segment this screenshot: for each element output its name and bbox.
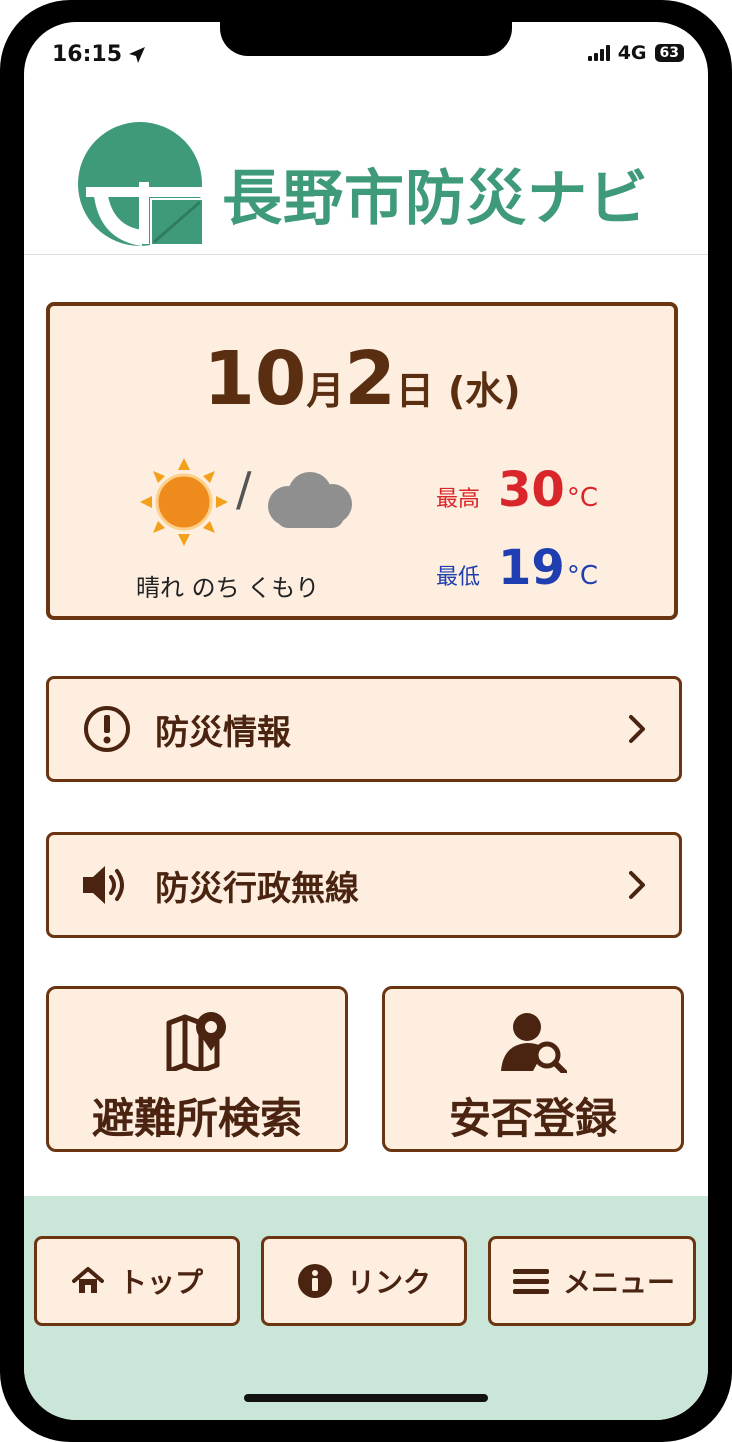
- chevron-right-icon: [629, 871, 645, 899]
- date-day: 2: [344, 336, 396, 422]
- notch: [220, 22, 512, 56]
- tab-top-label: トップ: [118, 1266, 203, 1299]
- person-search-icon: [385, 1011, 681, 1073]
- date-day-unit: 日: [395, 369, 434, 413]
- phone-frame: 16:15 4G 63 長野市防災ナビ 10月2日 (水) / 晴れ のち くも…: [0, 0, 732, 1442]
- info-icon: [297, 1264, 332, 1298]
- speaker-icon: [81, 859, 133, 911]
- chevron-right-icon: [629, 715, 645, 743]
- tab-link-button[interactable]: リンク: [261, 1236, 467, 1326]
- home-icon: [71, 1267, 104, 1293]
- alert-circle-icon: [81, 703, 133, 755]
- shelter-search-label: 避難所検索: [91, 1094, 302, 1143]
- shelter-search-button[interactable]: 避難所検索: [46, 986, 348, 1152]
- app-header: 長野市防災ナビ: [24, 110, 708, 255]
- disaster-info-button[interactable]: 防災情報: [46, 676, 682, 782]
- logo-mark-icon: [78, 122, 212, 248]
- signal-icon: [587, 45, 610, 61]
- status-bar-right: 4G 63: [587, 42, 684, 64]
- status-bar-time: 16:15: [52, 42, 146, 67]
- high-temp-label: 最高: [436, 487, 481, 512]
- high-temp-value: 30: [498, 462, 565, 518]
- hamburger-menu-icon: [513, 1269, 549, 1294]
- weather-description: 晴れ のち くもり: [136, 574, 320, 602]
- status-time: 16:15: [52, 42, 123, 67]
- battery-icon: 63: [654, 44, 684, 62]
- safety-register-label: 安否登録: [448, 1094, 617, 1143]
- map-pin-icon: [49, 1011, 345, 1071]
- tab-link-label: リンク: [346, 1266, 431, 1299]
- home-indicator[interactable]: [244, 1394, 488, 1402]
- weather-card: 10月2日 (水) / 晴れ のち くもり 最高 30 °C 最低 19 °C: [46, 302, 678, 620]
- date-month-unit: 月: [306, 369, 345, 413]
- tab-menu-button[interactable]: メニュー: [488, 1236, 696, 1326]
- low-temperature: 最低 19 °C: [436, 540, 598, 596]
- radio-broadcast-button[interactable]: 防災行政無線: [46, 832, 682, 938]
- safety-register-button[interactable]: 安否登録: [382, 986, 684, 1152]
- date-month: 10: [203, 336, 307, 422]
- weather-date: 10月2日 (水): [50, 336, 674, 422]
- sun-icon: [140, 458, 228, 546]
- weather-separator: /: [236, 462, 252, 516]
- low-temp-unit: °C: [566, 561, 598, 591]
- bottom-tab-bar: トップ リンク メニュー: [24, 1196, 708, 1420]
- location-arrow-icon: [129, 46, 146, 63]
- high-temperature: 最高 30 °C: [436, 462, 598, 518]
- high-temp-unit: °C: [566, 483, 598, 513]
- cloud-icon: [268, 472, 352, 528]
- network-type: 4G: [617, 42, 647, 64]
- low-temp-label: 最低: [436, 565, 481, 590]
- tab-menu-label: メニュー: [563, 1266, 676, 1299]
- radio-broadcast-label: 防災行政無線: [155, 868, 359, 909]
- low-temp-value: 19: [498, 540, 565, 596]
- tab-top-button[interactable]: トップ: [34, 1236, 240, 1326]
- date-weekday: (水): [447, 369, 521, 413]
- disaster-info-label: 防災情報: [155, 712, 291, 753]
- screen: 16:15 4G 63 長野市防災ナビ 10月2日 (水) / 晴れ のち くも…: [24, 22, 708, 1420]
- app-title: 長野市防災ナビ: [222, 164, 649, 234]
